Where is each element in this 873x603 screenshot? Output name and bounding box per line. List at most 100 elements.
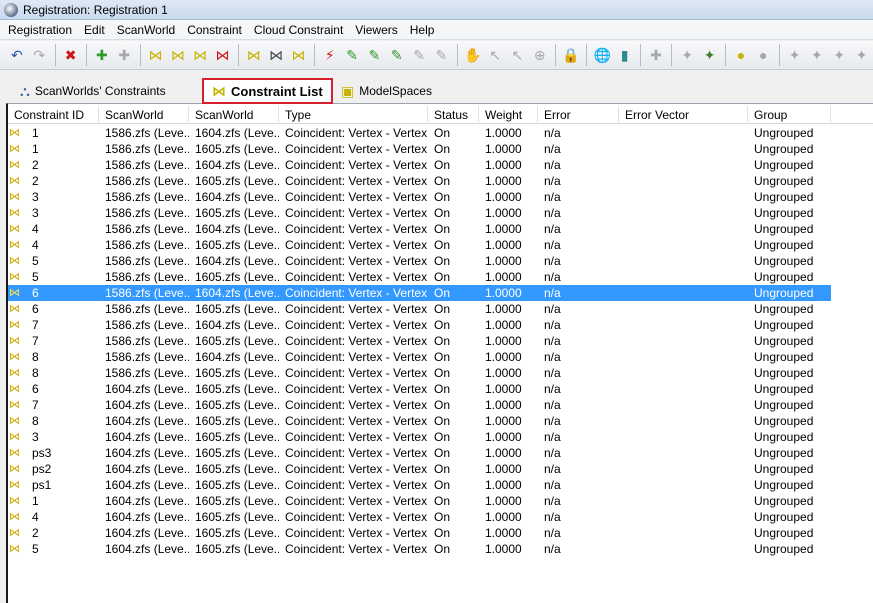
table-row[interactable]: ⋈ 2 1604.zfs (Leve... 1605.zfs (Leve... Coin… bbox=[8, 525, 831, 541]
column-header-group[interactable]: Group bbox=[748, 106, 831, 124]
column-header-scanworld-2[interactable]: ScanWorld bbox=[189, 106, 279, 124]
remove-scanworld-icon[interactable]: ✚ bbox=[113, 44, 135, 66]
tool-a-icon[interactable]: ✦ bbox=[784, 44, 806, 66]
optimize-cloud-icon[interactable]: ✎ bbox=[364, 44, 386, 66]
table-row[interactable]: ⋈ 8 1586.zfs (Leve... 1604.zfs (Leve... Coin… bbox=[8, 349, 831, 365]
modelspace-remove-icon[interactable]: ● bbox=[752, 44, 774, 66]
table-row[interactable]: ⋈ 6 1586.zfs (Leve... 1605.zfs (Leve... Coin… bbox=[8, 301, 831, 317]
table-row[interactable]: ⋈ 5 1586.zfs (Leve... 1604.zfs (Leve... Coin… bbox=[8, 253, 831, 269]
table-row[interactable]: ⋈ 3 1586.zfs (Leve... 1604.zfs (Leve... Coin… bbox=[8, 189, 831, 205]
menu-cloud-constraint[interactable]: Cloud Constraint bbox=[248, 20, 349, 40]
target-icon[interactable]: ⊕ bbox=[529, 44, 551, 66]
cell-error: n/a bbox=[544, 174, 561, 188]
cell-scanworld-1: 1586.zfs (Leve... bbox=[105, 318, 189, 332]
table-row[interactable]: ⋈ ps3 1604.zfs (Leve... 1605.zfs (Leve... Co… bbox=[8, 445, 831, 461]
globe-icon[interactable]: 🌐 bbox=[591, 44, 613, 66]
hand-pan-icon[interactable]: ✋ bbox=[462, 44, 484, 66]
column-header-error[interactable]: Error bbox=[538, 106, 619, 124]
constraint-on-icon[interactable]: ⋈ bbox=[243, 44, 265, 66]
cell-error-vector bbox=[619, 253, 748, 269]
modelspace-add-icon[interactable]: ✦ bbox=[676, 44, 698, 66]
cell-error: n/a bbox=[544, 494, 561, 508]
delete-icon[interactable]: ✖ bbox=[60, 44, 82, 66]
pointer-select-icon[interactable]: ↖ bbox=[484, 44, 506, 66]
table-row[interactable]: ⋈ 1 1586.zfs (Leve... 1605.zfs (Leve... Coin… bbox=[8, 141, 831, 157]
cell-group: Ungrouped bbox=[754, 190, 814, 204]
auto-add-constraints-icon[interactable]: ⋈ bbox=[145, 44, 167, 66]
tab-label: ScanWorlds' Constraints bbox=[34, 84, 166, 98]
table-row[interactable]: ⋈ 1 1586.zfs (Leve... 1604.zfs (Leve... Coin… bbox=[8, 125, 831, 141]
pointer-add-icon[interactable]: ↖ bbox=[506, 44, 528, 66]
remove-constraint-icon[interactable]: ⋈ bbox=[212, 44, 234, 66]
table-row[interactable]: ⋈ 2 1586.zfs (Leve... 1605.zfs (Leve... Coin… bbox=[8, 173, 831, 189]
menu-scanworld[interactable]: ScanWorld bbox=[111, 20, 181, 40]
table-row[interactable]: ⋈ 5 1604.zfs (Leve... 1605.zfs (Leve... Coin… bbox=[8, 541, 831, 557]
disabled-cloud-2-icon[interactable]: ✎ bbox=[431, 44, 453, 66]
column-header-scanworld-1[interactable]: ScanWorld bbox=[99, 106, 189, 124]
cell-error-vector bbox=[619, 477, 748, 493]
table-row[interactable]: ⋈ 3 1586.zfs (Leve... 1605.zfs (Leve... Coin… bbox=[8, 205, 831, 221]
table-row[interactable]: ⋈ 7 1586.zfs (Leve... 1605.zfs (Leve... Coin… bbox=[8, 333, 831, 349]
plus-icon[interactable]: ✚ bbox=[645, 44, 667, 66]
table-row[interactable]: ⋈ 8 1604.zfs (Leve... 1605.zfs (Leve... Coin… bbox=[8, 413, 831, 429]
table-row[interactable]: ⋈ 6 1604.zfs (Leve... 1605.zfs (Leve... Coin… bbox=[8, 381, 831, 397]
tool-c-icon[interactable]: ✦ bbox=[828, 44, 850, 66]
lock-icon[interactable]: 🔒 bbox=[560, 44, 582, 66]
add-constraint-icon[interactable]: ⋈ bbox=[167, 44, 189, 66]
table-row[interactable]: ⋈ 2 1586.zfs (Leve... 1604.zfs (Leve... Coin… bbox=[8, 157, 831, 173]
table-row[interactable]: ⋈ 7 1604.zfs (Leve... 1605.zfs (Leve... Coin… bbox=[8, 397, 831, 413]
constraint-list-table[interactable]: Constraint ID ScanWorld ScanWorld Type S… bbox=[6, 103, 873, 603]
table-row[interactable]: ⋈ ps1 1604.zfs (Leve... 1605.zfs (Leve... Co… bbox=[8, 477, 831, 493]
table-row[interactable]: ⋈ 4 1586.zfs (Leve... 1604.zfs (Leve... Coin… bbox=[8, 221, 831, 237]
constraint-id-text: 1 bbox=[32, 142, 39, 156]
column-header-weight[interactable]: Weight bbox=[479, 106, 538, 124]
tool-d-icon[interactable]: ✦ bbox=[851, 44, 873, 66]
table-row[interactable]: ⋈ 4 1586.zfs (Leve... 1605.zfs (Leve... Coin… bbox=[8, 237, 831, 253]
redo-icon[interactable]: ↷ bbox=[28, 44, 50, 66]
table-row[interactable]: ⋈ 4 1604.zfs (Leve... 1605.zfs (Leve... Coin… bbox=[8, 509, 831, 525]
cell-group: Ungrouped bbox=[754, 238, 814, 252]
undo-icon[interactable]: ↶ bbox=[6, 44, 28, 66]
tab-constraint-list[interactable]: ⋈ Constraint List bbox=[202, 78, 333, 104]
column-header-constraint-id[interactable]: Constraint ID bbox=[8, 106, 99, 124]
disabled-cloud-icon[interactable]: ✎ bbox=[408, 44, 430, 66]
table-row[interactable]: ⋈ 6 1586.zfs (Leve... 1604.zfs (Leve... Coin… bbox=[8, 285, 831, 301]
cell-error-vector bbox=[619, 381, 748, 397]
verify-cloud-icon[interactable]: ✎ bbox=[386, 44, 408, 66]
column-header-type[interactable]: Type bbox=[279, 106, 428, 124]
menu-constraint[interactable]: Constraint bbox=[181, 20, 248, 40]
add-scanworld-icon[interactable]: ✚ bbox=[91, 44, 113, 66]
register-icon[interactable]: ⚡ bbox=[319, 44, 341, 66]
cell-status: On bbox=[434, 206, 451, 220]
cell-scanworld-2: 1604.zfs (Leve... bbox=[195, 286, 279, 300]
table-row[interactable]: ⋈ 1 1604.zfs (Leve... 1605.zfs (Leve... Coin… bbox=[8, 493, 831, 509]
constraint-off-icon[interactable]: ⋈ bbox=[265, 44, 287, 66]
cell-status: On bbox=[434, 398, 451, 412]
table-row[interactable]: ⋈ 3 1604.zfs (Leve... 1605.zfs (Leve... Coin… bbox=[8, 429, 831, 445]
modelspace-create-icon[interactable]: ● bbox=[730, 44, 752, 66]
table-row[interactable]: ⋈ 8 1586.zfs (Leve... 1605.zfs (Leve... Coin… bbox=[8, 365, 831, 381]
menu-help[interactable]: Help bbox=[404, 20, 441, 40]
table-row[interactable]: ⋈ 7 1586.zfs (Leve... 1604.zfs (Leve... Coin… bbox=[8, 317, 831, 333]
column-header-status[interactable]: Status bbox=[428, 106, 479, 124]
vertex-constraint-icon: ⋈ bbox=[9, 431, 20, 443]
column-header-error-vector[interactable]: Error Vector bbox=[619, 106, 748, 124]
table-row[interactable]: ⋈ ps2 1604.zfs (Leve... 1605.zfs (Leve... Co… bbox=[8, 461, 831, 477]
menu-viewers[interactable]: Viewers bbox=[349, 20, 403, 40]
edit-constraint-icon[interactable]: ⋈ bbox=[189, 44, 211, 66]
table-row[interactable]: ⋈ 5 1586.zfs (Leve... 1605.zfs (Leve... Coin… bbox=[8, 269, 831, 285]
tool-b-icon[interactable]: ✦ bbox=[806, 44, 828, 66]
vertex-constraint-icon: ⋈ bbox=[9, 287, 20, 299]
cell-error: n/a bbox=[544, 206, 561, 220]
tab-scanworlds-constraints[interactable]: ⛬ ScanWorlds' Constraints bbox=[12, 79, 200, 103]
cloud-constraint-icon[interactable]: ✎ bbox=[341, 44, 363, 66]
menu-edit[interactable]: Edit bbox=[78, 20, 111, 40]
cell-scanworld-1: 1586.zfs (Leve... bbox=[105, 350, 189, 364]
toolbar-separator bbox=[586, 44, 588, 66]
cell-group: Ungrouped bbox=[754, 462, 814, 476]
modelspace-link-icon[interactable]: ✦ bbox=[699, 44, 721, 66]
scanner-icon[interactable]: ▮ bbox=[614, 44, 636, 66]
tab-modelspaces[interactable]: ▣ ModelSpaces bbox=[333, 79, 445, 103]
constraint-group-icon[interactable]: ⋈ bbox=[288, 44, 310, 66]
menu-registration[interactable]: Registration bbox=[2, 20, 78, 40]
